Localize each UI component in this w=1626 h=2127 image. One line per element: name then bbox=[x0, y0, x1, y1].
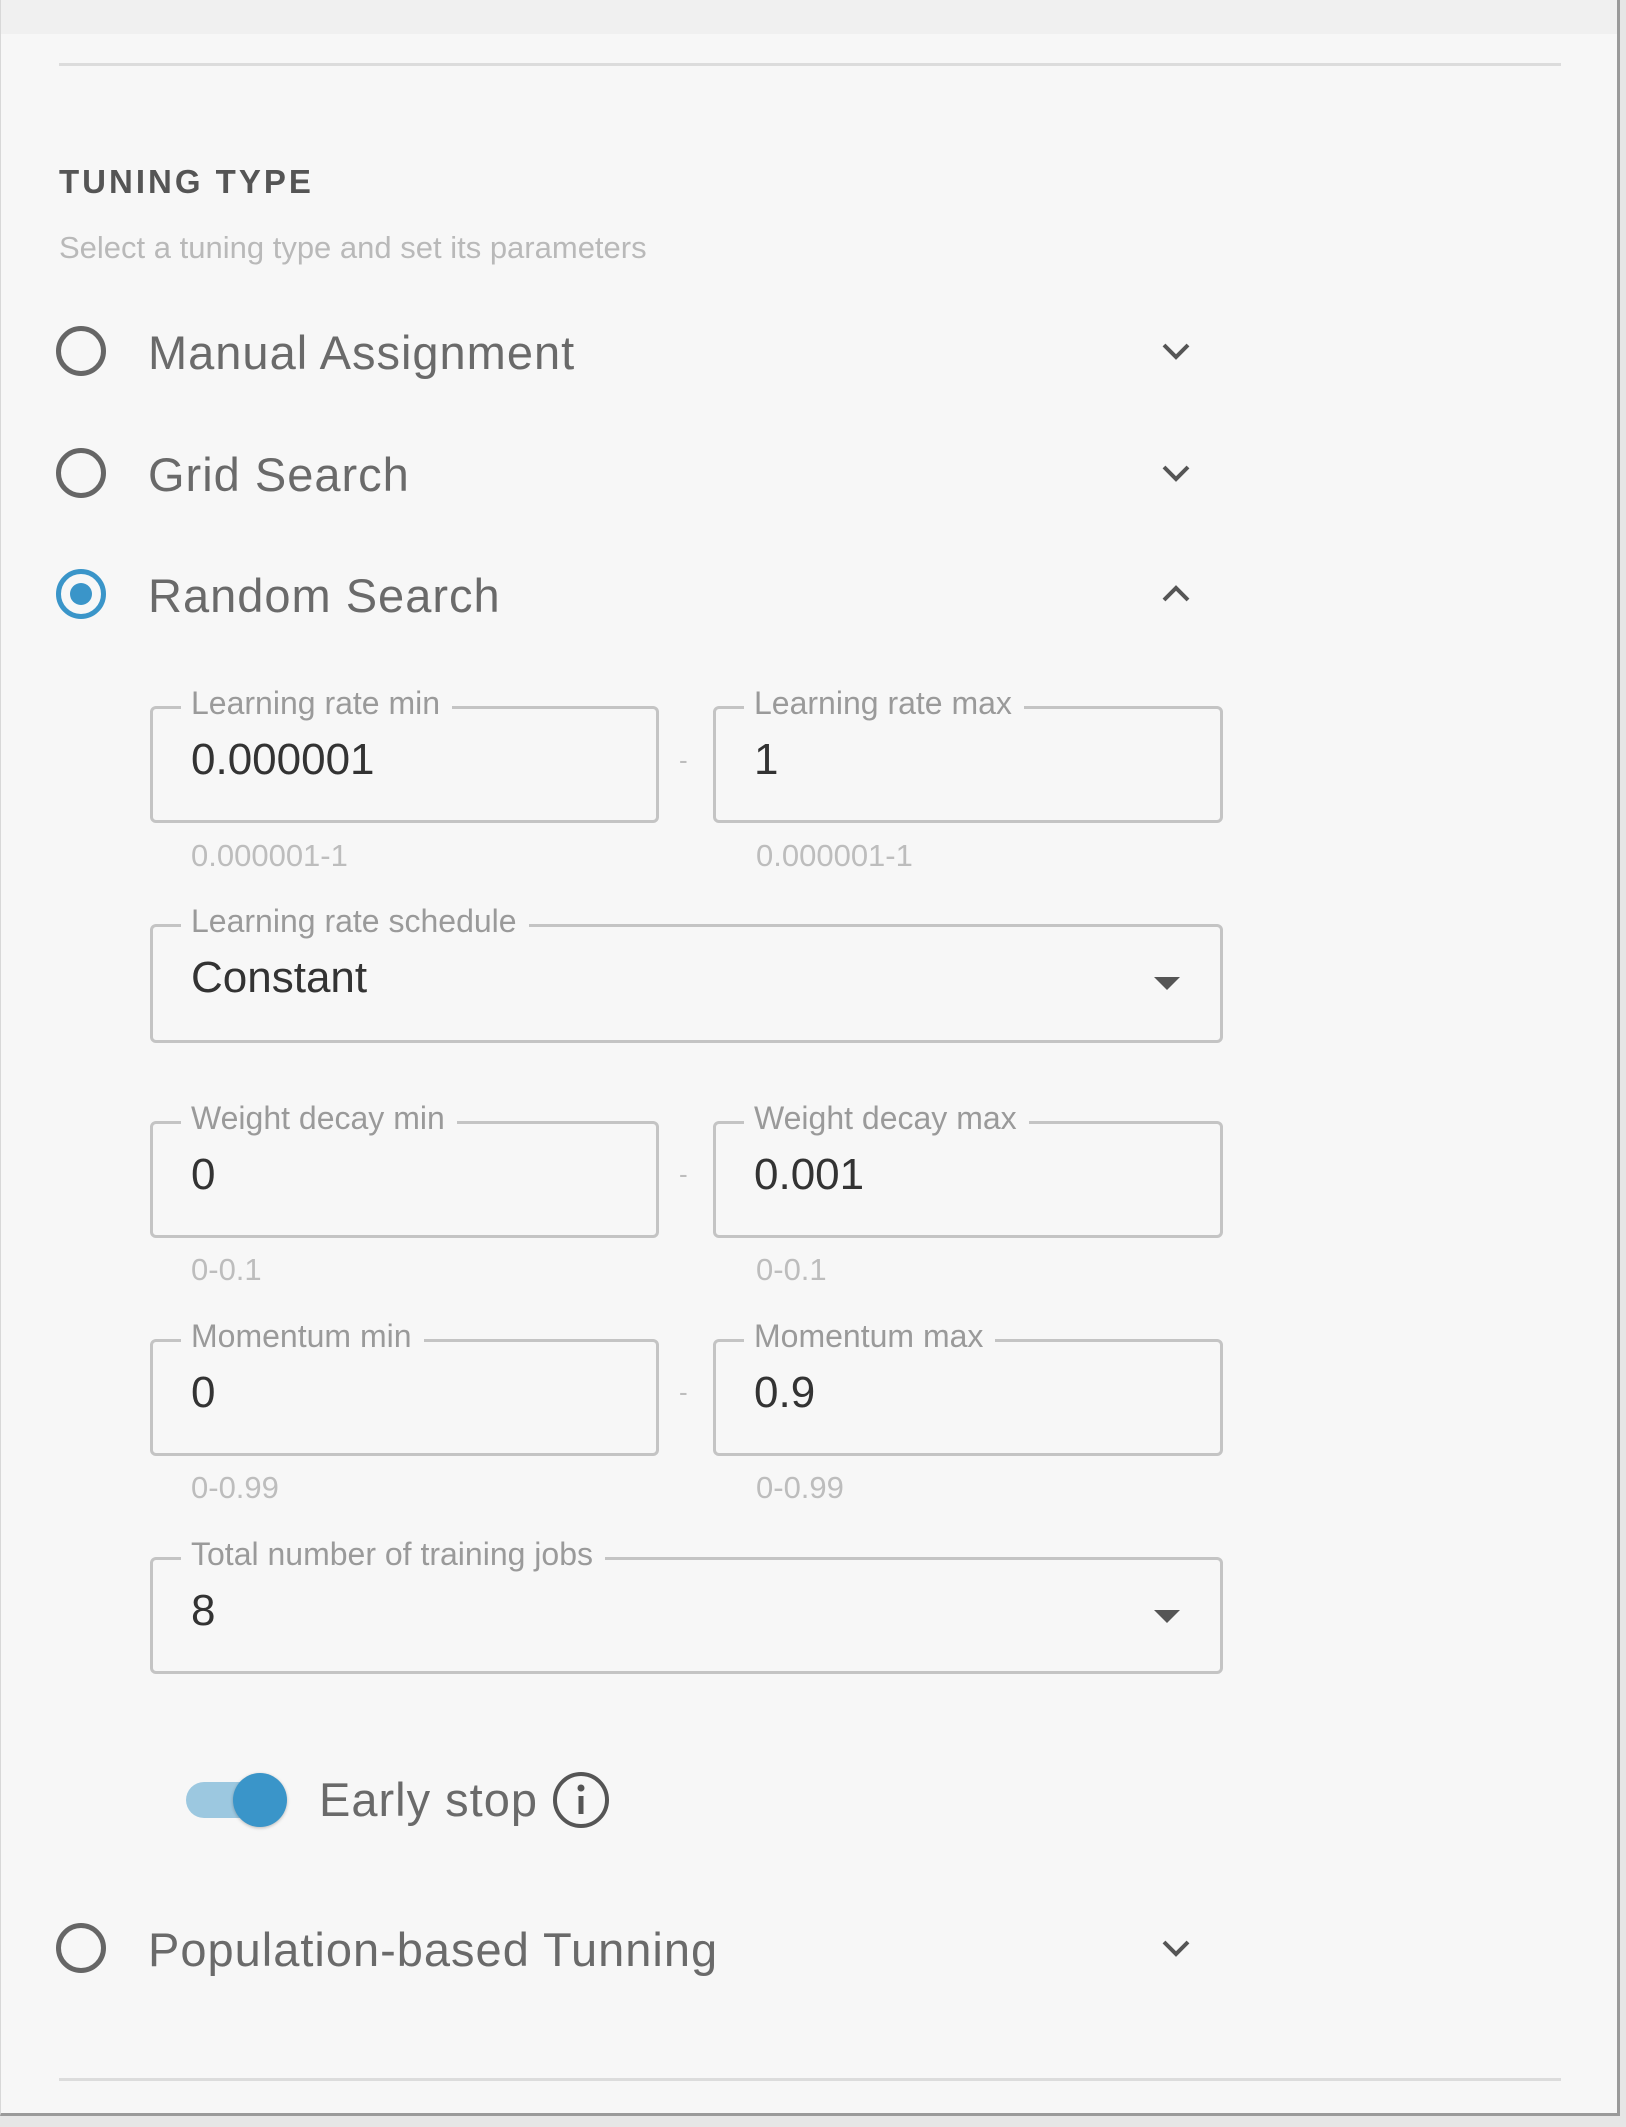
chevron-down-icon[interactable] bbox=[1156, 453, 1196, 493]
momentum-min-field[interactable]: Momentum min 0 bbox=[150, 1318, 659, 1456]
radio-grid-search[interactable] bbox=[56, 448, 106, 498]
field-label: Total number of training jobs bbox=[181, 1536, 605, 1573]
option-population-based-tuning[interactable]: Population-based Tunning bbox=[56, 1916, 1206, 1986]
weight-decay-min-field[interactable]: Weight decay min 0 bbox=[150, 1100, 659, 1238]
option-label: Random Search bbox=[148, 569, 501, 622]
chevron-down-icon[interactable] bbox=[1156, 331, 1196, 371]
momentum-max-field[interactable]: Momentum max 0.9 bbox=[713, 1318, 1223, 1456]
helper-text: 0-0.1 bbox=[756, 1252, 827, 1287]
weight-decay-max-value[interactable]: 0.001 bbox=[754, 1150, 864, 1200]
dropdown-caret-icon[interactable] bbox=[1154, 1610, 1180, 1623]
chevron-up-icon[interactable] bbox=[1156, 574, 1196, 614]
option-label: Population-based Tunning bbox=[148, 1923, 719, 1976]
early-stop-label: Early stop bbox=[319, 1773, 538, 1826]
top-divider bbox=[59, 63, 1561, 66]
learning-rate-max-value[interactable]: 1 bbox=[754, 735, 778, 785]
section-title: TUNING TYPE bbox=[59, 163, 314, 200]
learning-rate-schedule-select[interactable]: Learning rate schedule Constant bbox=[150, 903, 1223, 1043]
radio-manual-assignment[interactable] bbox=[56, 326, 106, 376]
field-label: Momentum min bbox=[181, 1318, 424, 1355]
info-icon[interactable] bbox=[550, 1769, 612, 1831]
section-subtitle: Select a tuning type and set its paramet… bbox=[59, 230, 647, 265]
helper-text: 0.000001-1 bbox=[191, 838, 348, 873]
range-separator: - bbox=[679, 745, 688, 775]
option-manual-assignment[interactable]: Manual Assignment bbox=[56, 319, 1206, 389]
learning-rate-min-field[interactable]: Learning rate min 0.000001 bbox=[150, 685, 659, 823]
field-label: Learning rate min bbox=[181, 685, 453, 722]
helper-text: 0-0.1 bbox=[191, 1252, 262, 1287]
radio-random-search[interactable] bbox=[56, 569, 106, 619]
radio-population-based-tuning[interactable] bbox=[56, 1923, 106, 1973]
option-label: Grid Search bbox=[148, 448, 410, 501]
helper-text: 0-0.99 bbox=[191, 1470, 279, 1505]
momentum-max-value[interactable]: 0.9 bbox=[754, 1368, 815, 1418]
option-label: Manual Assignment bbox=[148, 326, 576, 379]
helper-text: 0-0.99 bbox=[756, 1470, 844, 1505]
field-label: Learning rate max bbox=[744, 685, 1024, 722]
learning-rate-max-field[interactable]: Learning rate max 1 bbox=[713, 685, 1223, 823]
option-random-search[interactable]: Random Search bbox=[56, 562, 1206, 632]
learning-rate-schedule-value: Constant bbox=[191, 953, 368, 1002]
weight-decay-max-field[interactable]: Weight decay max 0.001 bbox=[713, 1100, 1223, 1238]
bottom-divider bbox=[59, 2078, 1561, 2081]
momentum-min-value[interactable]: 0 bbox=[191, 1368, 215, 1418]
early-stop-toggle[interactable] bbox=[183, 1770, 295, 1830]
field-label: Weight decay max bbox=[744, 1100, 1029, 1137]
toggle-thumb bbox=[233, 1773, 287, 1827]
helper-text: 0.000001-1 bbox=[756, 838, 913, 873]
field-label: Weight decay min bbox=[181, 1100, 457, 1137]
field-label: Momentum max bbox=[744, 1318, 996, 1355]
total-training-jobs-select[interactable]: Total number of training jobs 8 bbox=[150, 1536, 1223, 1674]
weight-decay-min-value[interactable]: 0 bbox=[191, 1150, 215, 1200]
range-separator: - bbox=[679, 1377, 688, 1407]
field-label: Learning rate schedule bbox=[181, 903, 529, 940]
chevron-down-icon[interactable] bbox=[1156, 1928, 1196, 1968]
total-training-jobs-value: 8 bbox=[191, 1586, 216, 1635]
dropdown-caret-icon[interactable] bbox=[1154, 977, 1180, 990]
panel-top-strip bbox=[1, 0, 1617, 34]
learning-rate-min-value[interactable]: 0.000001 bbox=[191, 735, 375, 785]
range-separator: - bbox=[679, 1159, 688, 1189]
option-grid-search[interactable]: Grid Search bbox=[56, 441, 1206, 511]
tuning-panel: TUNING TYPE Select a tuning type and set… bbox=[0, 0, 1620, 2116]
